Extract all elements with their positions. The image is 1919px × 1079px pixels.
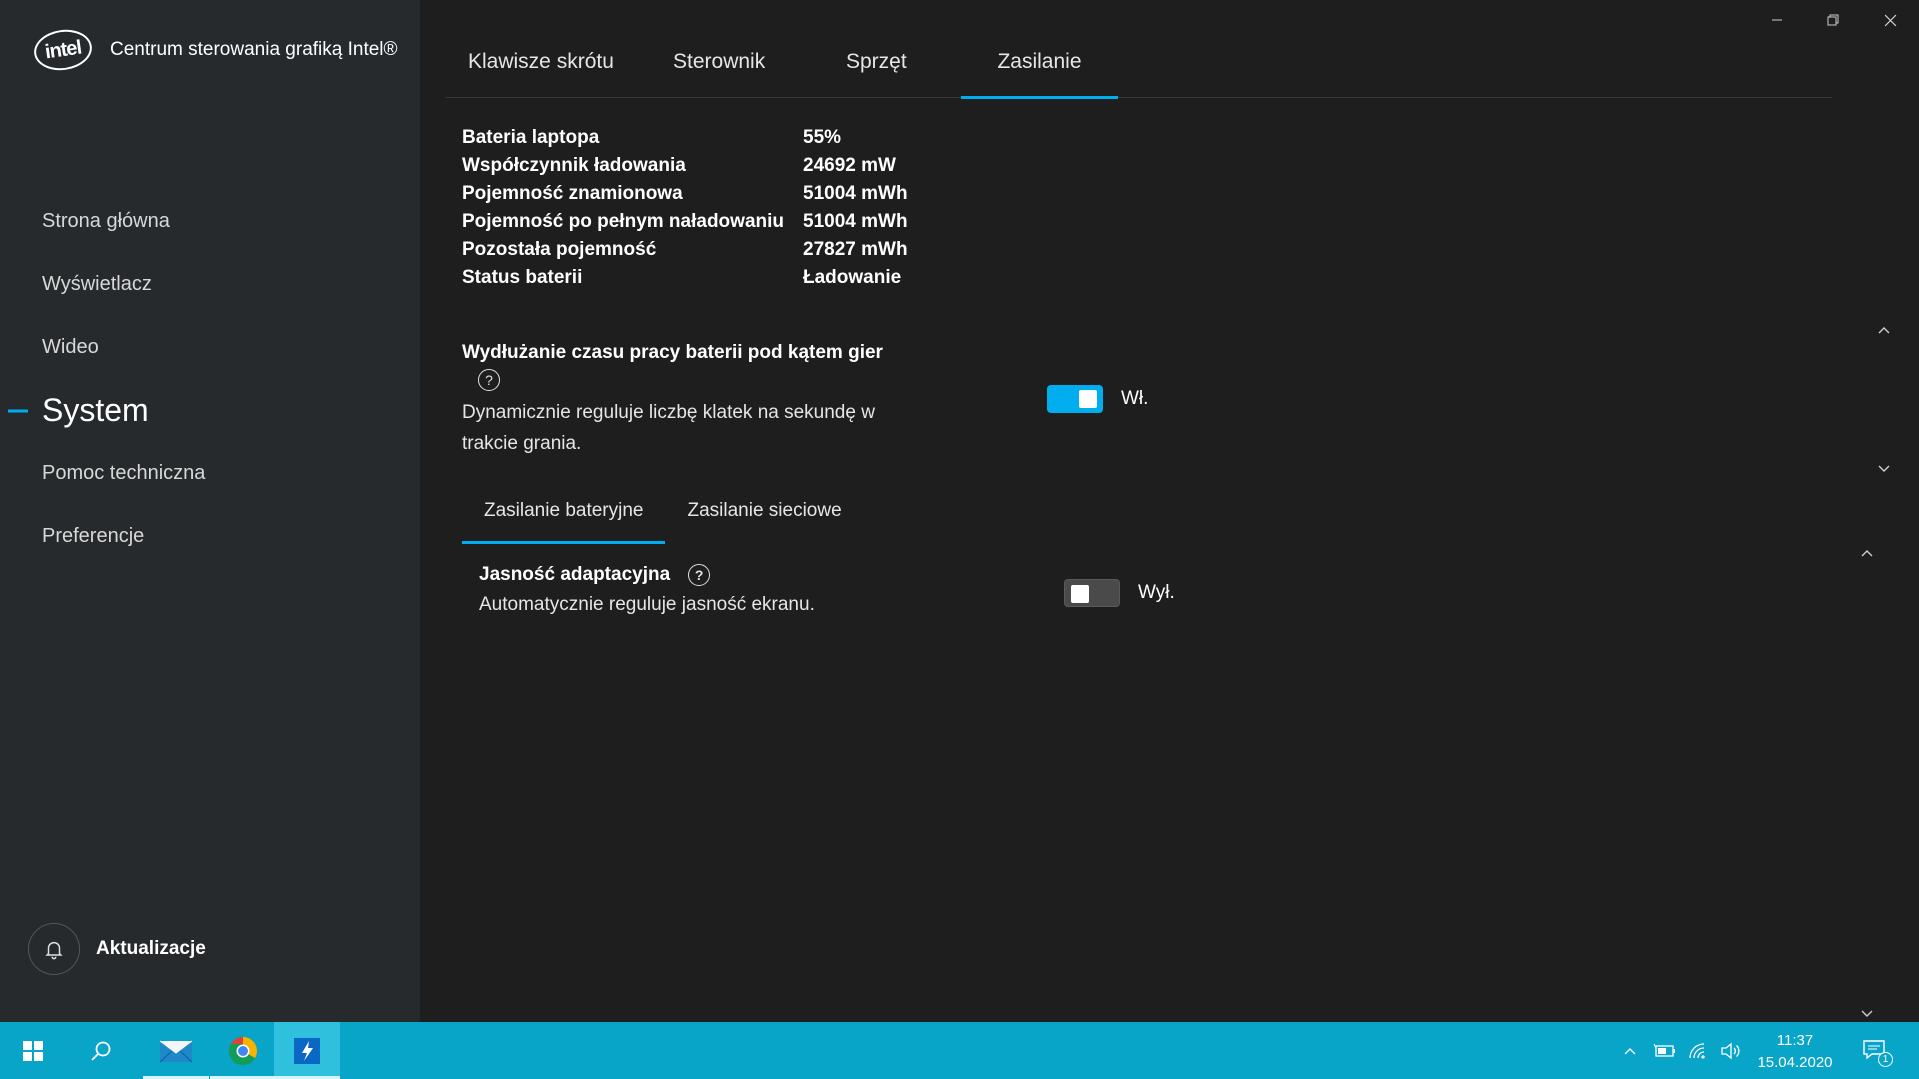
intel-logo: intel [31,26,95,74]
active-nav-marker [8,409,28,412]
battery-info-row: Pozostała pojemność 27827 mWh [462,239,908,260]
restore-button[interactable] [1813,6,1853,34]
sidebar-item-system[interactable]: System [0,379,420,442]
chevron-down-icon[interactable] [1874,459,1894,479]
power-source-tabs: Zasilanie bateryjne Zasilanie sieciowe [462,490,864,544]
help-icon[interactable]: ? [478,369,500,391]
notification-count-badge: 1 [1878,1052,1893,1067]
battery-info-row: Współczynnik ładowania 24692 mW [462,155,896,176]
clock-time: 11:37 [1776,1032,1814,1049]
game-battery-title: Wydłużanie czasu pracy baterii pod kątem… [462,342,883,363]
close-button[interactable] [1870,6,1910,34]
tab-hardware[interactable]: Sprzęt [846,36,961,97]
battery-icon[interactable] [1650,1022,1678,1079]
adaptive-brightness-title: Jasność adaptacyjna [479,564,671,585]
app-header: intel Centrum sterowania grafiką Intel® [31,26,398,74]
bell-icon [28,923,80,975]
app-title: Centrum sterowania grafiką Intel® [110,39,398,60]
sidebar-item-preferences[interactable]: Preferencje [0,505,420,568]
sidebar-nav: Strona główna Wyświetlacz Wideo System P… [0,190,420,568]
windows-start-icon[interactable] [0,1022,66,1079]
tab-battery-power[interactable]: Zasilanie bateryjne [462,490,666,544]
top-tabs: Klawisze skrótu Sterownik Sprzęt Zasilan… [446,36,1832,99]
sidebar-item-support[interactable]: Pomoc techniczna [0,442,420,505]
game-battery-toggle[interactable] [1047,385,1103,413]
notification-icon[interactable]: 1 [1856,1022,1896,1079]
adaptive-brightness-toggle[interactable] [1064,579,1120,607]
search-icon[interactable] [68,1022,134,1079]
game-battery-feature: Wydłużanie czasu pracy baterii pod kątem… [462,342,922,459]
adaptive-brightness-description: Automatycznie reguluje jasność ekranu. [479,594,815,615]
intel-graphics-app-icon[interactable] [274,1022,340,1079]
sidebar-item-home[interactable]: Strona główna [0,190,420,253]
tab-ac-power[interactable]: Zasilanie sieciowe [665,490,863,544]
tab-hotkeys[interactable]: Klawisze skrótu [468,36,673,97]
battery-info-row: Status baterii Ładowanie [462,267,902,288]
game-battery-toggle-label: Wł. [1121,388,1149,409]
toggle-knob [1079,390,1097,408]
clock-date: 15.04.2020 [1757,1054,1833,1071]
updates-label: Aktualizacje [96,938,206,959]
toggle-knob [1071,585,1089,603]
mail-icon[interactable] [143,1022,209,1079]
tab-power[interactable]: Zasilanie [961,36,1118,99]
restore-icon [1827,14,1839,26]
volume-icon[interactable] [1716,1022,1744,1079]
chevron-up-icon[interactable] [1874,320,1894,340]
updates-button[interactable]: Aktualizacje [28,923,206,975]
tray-chevron-up-icon[interactable] [1618,1022,1642,1079]
battery-info-row: Bateria laptopa 55% [462,127,842,148]
battery-info-table: Bateria laptopa 55% Współczynnik ładowan… [462,124,908,292]
chevron-up-icon[interactable] [1857,543,1877,563]
adaptive-brightness-feature: Jasność adaptacyjna ? Automatycznie regu… [479,564,815,616]
sidebar-item-video[interactable]: Wideo [0,316,420,379]
battery-info-row: Pojemność po pełnym naładowaniu 51004 mW… [462,211,908,232]
chevron-down-icon[interactable] [1857,1004,1877,1024]
game-battery-description: Dynamicznie reguluje liczbę klatek na se… [462,402,875,454]
minimize-button[interactable] [1757,6,1797,34]
taskbar-clock[interactable]: 11:37 15.04.2020 [1752,1030,1838,1074]
taskbar: 11:37 15.04.2020 1 [0,1022,1919,1079]
sidebar-item-display[interactable]: Wyświetlacz [0,253,420,316]
battery-info-row: Pojemność znamionowa 51004 mWh [462,183,908,204]
wifi-icon[interactable] [1684,1022,1712,1079]
close-icon [1884,14,1896,26]
help-icon[interactable]: ? [688,564,711,586]
chrome-icon[interactable] [210,1022,276,1079]
sidebar: intel Centrum sterowania grafiką Intel® … [0,0,420,1022]
tab-driver[interactable]: Sterownik [673,36,846,97]
adaptive-brightness-toggle-label: Wył. [1138,582,1175,603]
minimize-icon [1772,19,1782,21]
